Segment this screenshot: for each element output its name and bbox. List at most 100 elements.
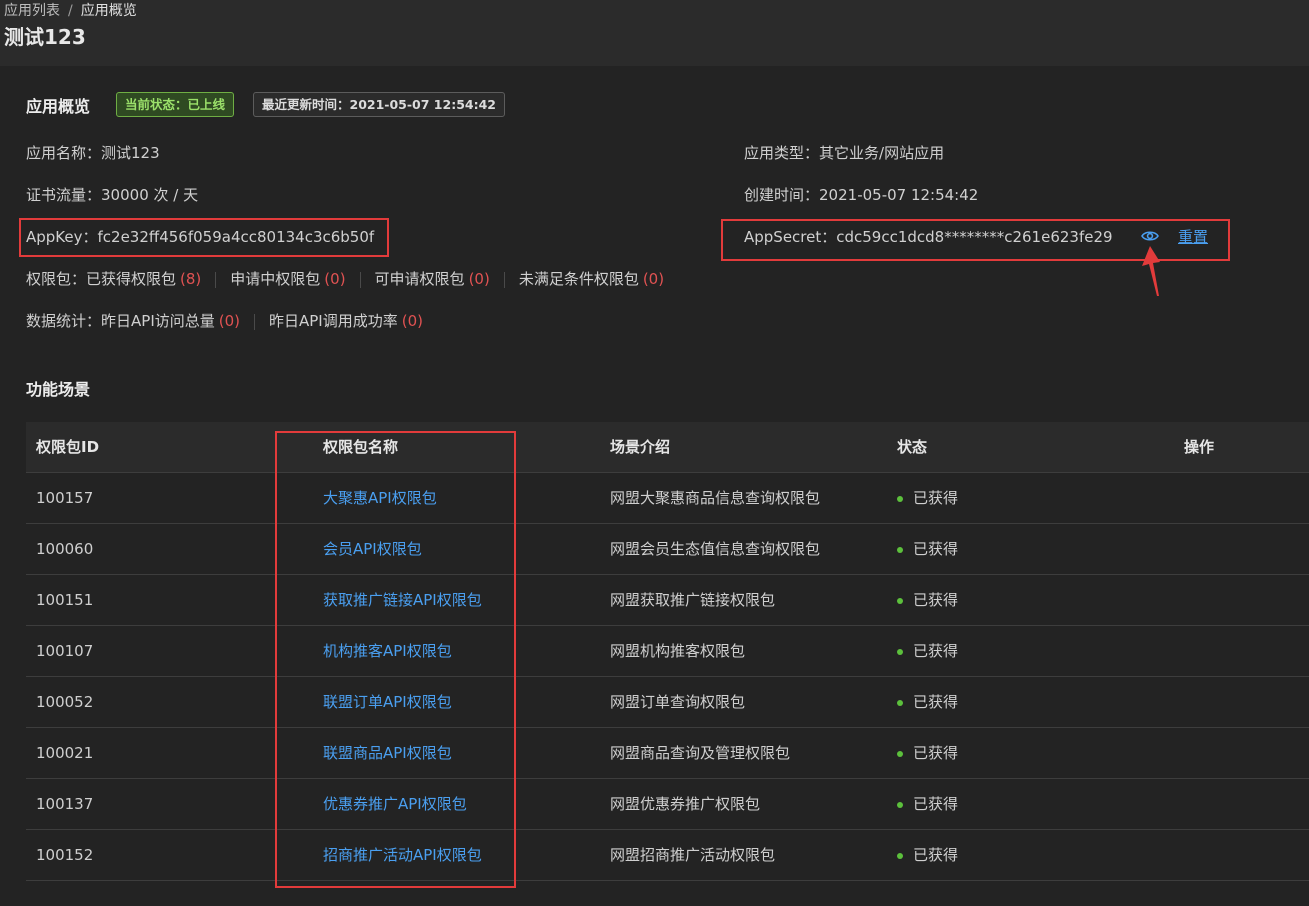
- quota-label: 证书流量：: [26, 186, 102, 204]
- cell-action: [1174, 676, 1309, 728]
- status-badge: 当前状态：已上线: [116, 92, 235, 117]
- divider: [359, 271, 361, 288]
- status-dot: [897, 852, 903, 859]
- app-name-field: 应用名称：测试123: [26, 143, 160, 163]
- table-row: 100137 优惠券推广API权限包 网盟优惠券推广权限包 已获得: [26, 778, 1309, 830]
- table-row: 100157 大聚惠API权限包 网盟大聚惠商品信息查询权限包 已获得: [26, 472, 1309, 524]
- col-header-state: 状态: [887, 422, 1174, 473]
- table-row: 100107 机构推客API权限包 网盟机构推客权限包 已获得: [26, 625, 1309, 677]
- perm-unmet[interactable]: 未满足条件权限包 (0): [519, 270, 664, 288]
- cell-id: 100157: [26, 472, 313, 524]
- col-header-action: 操作: [1174, 422, 1309, 473]
- cell-desc: 网盟商品查询及管理权限包: [600, 727, 887, 779]
- perm-obtained[interactable]: 已获得权限包 (8): [86, 270, 201, 288]
- state-text: 已获得: [913, 744, 959, 762]
- appkey-value[interactable]: fc2e32ff456f059a4cc80134c3c6b50f: [98, 228, 375, 246]
- table-row: 100060 会员API权限包 网盟会员生态值信息查询权限包 已获得: [26, 523, 1309, 575]
- app-name-label: 应用名称：: [26, 144, 102, 162]
- app-name-value: 测试123: [101, 144, 160, 162]
- cell-id: 100107: [26, 625, 313, 677]
- stat-api-visits[interactable]: 昨日API访问总量 (0): [101, 312, 240, 330]
- cell-id: 100151: [26, 574, 313, 626]
- perm-pending[interactable]: 申请中权限包 (0): [230, 270, 345, 288]
- cell-desc: 网盟优惠券推广权限包: [600, 778, 887, 830]
- stats-row: 数据统计：昨日API访问总量 (0) 昨日API调用成功率 (0): [26, 311, 423, 331]
- cell-desc: 网盟大聚惠商品信息查询权限包: [600, 472, 887, 524]
- state-text: 已获得: [913, 795, 959, 813]
- eye-icon[interactable]: [1141, 228, 1159, 244]
- cell-state: 已获得: [887, 472, 1174, 524]
- cell-state: 已获得: [887, 676, 1174, 728]
- divider: [254, 313, 255, 330]
- status-dot: [897, 597, 903, 604]
- cell-desc: 网盟机构推客权限包: [600, 625, 887, 677]
- updated-time-badge: 最近更新时间：2021-05-07 12:54:42: [253, 92, 505, 117]
- app-type-field: 应用类型：其它业务/网站应用: [744, 143, 944, 163]
- quota-value: 30000 次 / 天: [101, 186, 199, 204]
- state-text: 已获得: [913, 489, 959, 507]
- created-field: 创建时间：2021-05-07 12:54:42: [744, 185, 978, 205]
- scenes-title: 功能场景: [26, 380, 91, 399]
- cell-state: 已获得: [887, 523, 1174, 575]
- stat-api-success-rate[interactable]: 昨日API调用成功率 (0): [269, 312, 423, 330]
- cell-action: [1174, 829, 1309, 881]
- app-type-label: 应用类型：: [744, 144, 820, 162]
- cell-action: [1174, 523, 1309, 575]
- cell-action: [1174, 727, 1309, 779]
- cell-id: 100152: [26, 829, 313, 881]
- cell-state: 已获得: [887, 727, 1174, 779]
- perm-available[interactable]: 可申请权限包 (0): [375, 270, 490, 288]
- divider: [503, 271, 505, 288]
- breadcrumb-parent[interactable]: 应用列表: [4, 3, 60, 19]
- permissions-row: 权限包：已获得权限包 (8) 申请中权限包 (0) 可申请权限包 (0) 未满足条件权限包(…: [26, 269, 664, 289]
- cell-id: 100052: [26, 676, 313, 728]
- col-header-id: 权限包ID: [26, 422, 313, 473]
- appsecret-label: AppSecret：: [744, 228, 837, 246]
- quota-field: 证书流量：30000 次 / 天: [26, 185, 198, 205]
- state-text: 已获得: [913, 540, 959, 558]
- cell-id: 100137: [26, 778, 313, 830]
- table-row: 100152 招商推广活动API权限包 网盟招商推广活动权限包 已获得: [26, 829, 1309, 881]
- status-dot: [897, 801, 903, 808]
- created-label: 创建时间：: [744, 186, 820, 204]
- appkey-field: AppKey：fc2e32ff456f059a4cc80134c3c6b50f: [26, 227, 374, 247]
- divider: [215, 271, 217, 288]
- appkey-label: AppKey：: [26, 228, 98, 246]
- appsecret-field: AppSecret：cdc59cc1dcd8********c261e623fe…: [744, 227, 1113, 247]
- table-row: 100021 联盟商品API权限包 网盟商品查询及管理权限包 已获得: [26, 727, 1309, 779]
- state-text: 已获得: [913, 846, 959, 864]
- cell-action: [1174, 574, 1309, 626]
- red-arrow-annotation: [1142, 246, 1160, 296]
- table-row: 100052 联盟订单API权限包 网盟订单查询权限包 已获得: [26, 676, 1309, 728]
- breadcrumb: 应用列表 / 应用概览: [4, 2, 137, 20]
- state-text: 已获得: [913, 642, 959, 660]
- status-dot: [897, 495, 903, 502]
- cell-state: 已获得: [887, 829, 1174, 881]
- name-column-highlight-box: [275, 431, 516, 888]
- breadcrumb-separator: /: [68, 3, 73, 19]
- cell-id: 100060: [26, 523, 313, 575]
- breadcrumb-current: 应用概览: [80, 3, 137, 19]
- cell-action: [1174, 778, 1309, 830]
- cell-id: 100021: [26, 727, 313, 779]
- page-title: 测试123: [4, 25, 86, 49]
- cell-state: 已获得: [887, 778, 1174, 830]
- cell-desc: 网盟获取推广链接权限包: [600, 574, 887, 626]
- state-text: 已获得: [913, 693, 959, 711]
- cell-desc: 网盟会员生态值信息查询权限包: [600, 523, 887, 575]
- cell-action: [1174, 472, 1309, 524]
- status-dot: [897, 546, 903, 553]
- reset-secret-link[interactable]: 重置: [1178, 226, 1208, 247]
- state-text: 已获得: [913, 591, 959, 609]
- cell-state: 已获得: [887, 625, 1174, 677]
- cell-action: [1174, 625, 1309, 677]
- appsecret-value[interactable]: cdc59cc1dcd8********c261e623fe29: [836, 228, 1112, 246]
- stats-label: 数据统计：: [26, 312, 102, 330]
- status-dot: [897, 750, 903, 757]
- status-dot: [897, 648, 903, 655]
- col-header-desc: 场景介绍: [600, 422, 887, 473]
- permission-table: 权限包ID 权限包名称 场景介绍 状态 操作 100157 大聚惠API权限包 网盟…: [26, 422, 1309, 881]
- app-type-value: 其它业务/网站应用: [819, 144, 945, 162]
- status-dot: [897, 699, 903, 706]
- cell-desc: 网盟招商推广活动权限包: [600, 829, 887, 881]
